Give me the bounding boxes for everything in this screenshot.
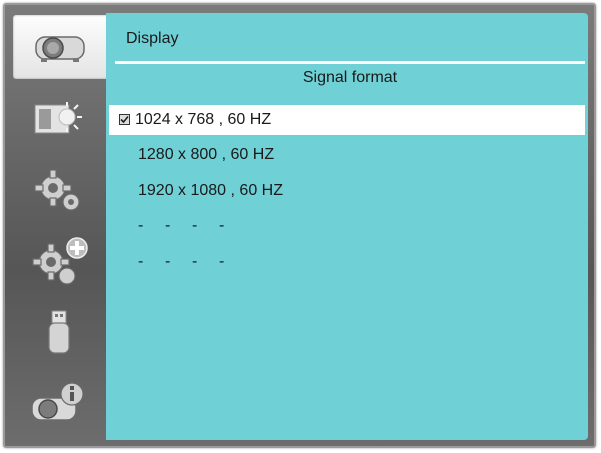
rail-item-usb[interactable] (17, 303, 101, 363)
osd-menu-frame: Display Signal format 1024 x 768 , 60 HZ… (3, 3, 596, 448)
usb-icon (48, 310, 70, 354)
rail-item-setup[interactable] (17, 161, 101, 221)
signal-format-label: 1920 x 1080 , 60 HZ (138, 182, 283, 199)
menu-rail (5, 5, 108, 446)
signal-format-option[interactable]: 1920 x 1080 , 60 HZ (109, 176, 585, 206)
empty-slot-row[interactable]: ---- (109, 247, 585, 277)
menu-panel: Display Signal format 1024 x 768 , 60 HZ… (106, 13, 588, 440)
rail-item-display[interactable] (13, 15, 108, 79)
empty-slot-placeholder: ---- (138, 253, 225, 270)
signal-format-option[interactable]: 1024 x 768 , 60 HZ (109, 105, 585, 135)
projector-icon (34, 36, 85, 62)
picture-brightness-icon (34, 102, 82, 134)
title-divider (115, 61, 585, 64)
section-heading: Signal format (302, 69, 398, 86)
signal-format-option[interactable]: 1280 x 800 , 60 HZ (109, 140, 585, 170)
panel-title: Display (126, 30, 179, 47)
rail-item-advanced[interactable] (17, 231, 101, 291)
rail-item-picture[interactable] (17, 89, 101, 149)
advanced-settings-gear-plus-icon (32, 237, 88, 285)
empty-slot-placeholder: ---- (138, 217, 225, 234)
signal-format-label: 1024 x 768 , 60 HZ (135, 111, 272, 128)
checkbox-checked-icon[interactable] (119, 114, 130, 125)
rail-item-info[interactable] (17, 373, 101, 433)
projector-info-icon (31, 382, 84, 421)
signal-format-label: 1280 x 800 , 60 HZ (138, 146, 275, 163)
empty-slot-row[interactable]: ---- (109, 211, 585, 241)
settings-gear-icon (34, 169, 80, 211)
